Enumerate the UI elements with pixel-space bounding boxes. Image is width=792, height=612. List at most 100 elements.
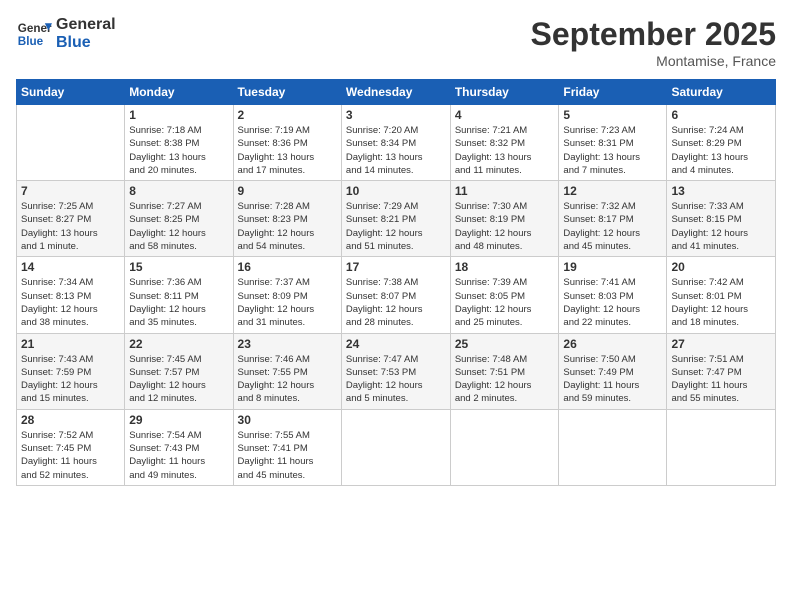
- calendar-cell: 14Sunrise: 7:34 AM Sunset: 8:13 PM Dayli…: [17, 257, 125, 333]
- day-number: 23: [238, 337, 337, 351]
- weekday-header: Thursday: [450, 80, 559, 105]
- title-block: September 2025 Montamise, France: [531, 16, 776, 69]
- calendar-cell: 19 Sunrise: 7:41 AM Sunset: 8:03 PM Dayli…: [559, 257, 667, 333]
- day-info: Sunrise: 7:43 AM Sunset: 7:59 PM Dayligh…: [21, 353, 120, 406]
- calendar-cell: 8 Sunrise: 7:27 AM Sunset: 8:25 PM Daylig…: [125, 181, 233, 257]
- calendar-week-row: 1 Sunrise: 7:18 AM Sunset: 8:38 PM Daylig…: [17, 105, 776, 181]
- day-number: 18: [455, 260, 555, 274]
- day-info: Sunrise: 7:32 AM Sunset: 8:17 PM Dayligh…: [563, 200, 662, 253]
- header: General Blue General Blue September 2025…: [16, 16, 776, 69]
- day-number: 10: [346, 184, 446, 198]
- day-info: Sunrise: 7:28 AM Sunset: 8:23 PM Dayligh…: [238, 200, 337, 253]
- day-info: Sunrise: 7:39 AM Sunset: 8:05 PM Dayligh…: [455, 276, 555, 329]
- day-number: 8: [129, 184, 228, 198]
- day-info: Sunrise: 7:42 AM Sunset: 8:01 PM Dayligh…: [671, 276, 771, 329]
- day-info: Sunrise: 7:36 AM Sunset: 8:11 PM Dayligh…: [129, 276, 228, 329]
- calendar-cell: 9 Sunrise: 7:28 AM Sunset: 8:23 PM Daylig…: [233, 181, 341, 257]
- day-number: 28: [21, 413, 120, 427]
- calendar-cell: 7 Sunrise: 7:25 AM Sunset: 8:27 PM Daylig…: [17, 181, 125, 257]
- calendar-cell: 21 Sunrise: 7:43 AM Sunset: 7:59 PM Dayli…: [17, 333, 125, 409]
- day-info: Sunrise: 7:55 AM Sunset: 7:41 PM Dayligh…: [238, 429, 337, 482]
- weekday-header: Monday: [125, 80, 233, 105]
- location: Montamise, France: [531, 53, 776, 69]
- day-number: 11: [455, 184, 555, 198]
- day-info: Sunrise: 7:45 AM Sunset: 7:57 PM Dayligh…: [129, 353, 228, 406]
- day-number: 19: [563, 260, 662, 274]
- calendar-cell: 13 Sunrise: 7:33 AM Sunset: 8:15 PM Dayli…: [667, 181, 776, 257]
- day-number: 20: [671, 260, 771, 274]
- calendar-week-row: 28 Sunrise: 7:52 AM Sunset: 7:45 PM Dayli…: [17, 409, 776, 485]
- logo: General Blue General Blue: [16, 16, 116, 52]
- day-info: Sunrise: 7:38 AM Sunset: 8:07 PM Dayligh…: [346, 276, 446, 329]
- day-info: Sunrise: 7:29 AM Sunset: 8:21 PM Dayligh…: [346, 200, 446, 253]
- calendar-cell: 23 Sunrise: 7:46 AM Sunset: 7:55 PM Dayli…: [233, 333, 341, 409]
- calendar-cell: [667, 409, 776, 485]
- calendar-cell: 20 Sunrise: 7:42 AM Sunset: 8:01 PM Dayli…: [667, 257, 776, 333]
- day-info: Sunrise: 7:41 AM Sunset: 8:03 PM Dayligh…: [563, 276, 662, 329]
- weekday-header: Friday: [559, 80, 667, 105]
- day-number: 30: [238, 413, 337, 427]
- day-info: Sunrise: 7:54 AM Sunset: 7:43 PM Dayligh…: [129, 429, 228, 482]
- calendar-cell: 29Sunrise: 7:54 AM Sunset: 7:43 PM Dayli…: [125, 409, 233, 485]
- day-info: Sunrise: 7:47 AM Sunset: 7:53 PM Dayligh…: [346, 353, 446, 406]
- calendar: SundayMondayTuesdayWednesdayThursdayFrid…: [16, 79, 776, 486]
- day-info: Sunrise: 7:33 AM Sunset: 8:15 PM Dayligh…: [671, 200, 771, 253]
- calendar-cell: 18 Sunrise: 7:39 AM Sunset: 8:05 PM Dayli…: [450, 257, 559, 333]
- day-number: 1: [129, 108, 228, 122]
- day-info: Sunrise: 7:25 AM Sunset: 8:27 PM Dayligh…: [21, 200, 120, 253]
- day-info: Sunrise: 7:52 AM Sunset: 7:45 PM Dayligh…: [21, 429, 120, 482]
- day-number: 21: [21, 337, 120, 351]
- calendar-cell: 24Sunrise: 7:47 AM Sunset: 7:53 PM Dayli…: [341, 333, 450, 409]
- calendar-cell: 27Sunrise: 7:51 AM Sunset: 7:47 PM Dayli…: [667, 333, 776, 409]
- calendar-cell: 26 Sunrise: 7:50 AM Sunset: 7:49 PM Dayli…: [559, 333, 667, 409]
- day-info: Sunrise: 7:24 AM Sunset: 8:29 PM Dayligh…: [671, 124, 771, 177]
- weekday-header: Wednesday: [341, 80, 450, 105]
- weekday-header: Tuesday: [233, 80, 341, 105]
- day-number: 25: [455, 337, 555, 351]
- day-number: 27: [671, 337, 771, 351]
- day-info: Sunrise: 7:50 AM Sunset: 7:49 PM Dayligh…: [563, 353, 662, 406]
- calendar-week-row: 14Sunrise: 7:34 AM Sunset: 8:13 PM Dayli…: [17, 257, 776, 333]
- day-number: 13: [671, 184, 771, 198]
- day-number: 17: [346, 260, 446, 274]
- calendar-header-row: SundayMondayTuesdayWednesdayThursdayFrid…: [17, 80, 776, 105]
- calendar-cell: 1 Sunrise: 7:18 AM Sunset: 8:38 PM Daylig…: [125, 105, 233, 181]
- calendar-cell: 6 Sunrise: 7:24 AM Sunset: 8:29 PM Daylig…: [667, 105, 776, 181]
- logo-icon: General Blue: [16, 16, 52, 52]
- day-info: Sunrise: 7:30 AM Sunset: 8:19 PM Dayligh…: [455, 200, 555, 253]
- calendar-cell: 17 Sunrise: 7:38 AM Sunset: 8:07 PM Dayli…: [341, 257, 450, 333]
- day-number: 9: [238, 184, 337, 198]
- calendar-cell: [17, 105, 125, 181]
- month-title: September 2025: [531, 16, 776, 53]
- weekday-header: Sunday: [17, 80, 125, 105]
- day-number: 16: [238, 260, 337, 274]
- logo-line1: General: [56, 16, 116, 34]
- calendar-cell: 25Sunrise: 7:48 AM Sunset: 7:51 PM Dayli…: [450, 333, 559, 409]
- day-info: Sunrise: 7:18 AM Sunset: 8:38 PM Dayligh…: [129, 124, 228, 177]
- day-number: 12: [563, 184, 662, 198]
- day-info: Sunrise: 7:27 AM Sunset: 8:25 PM Dayligh…: [129, 200, 228, 253]
- calendar-cell: 3 Sunrise: 7:20 AM Sunset: 8:34 PM Daylig…: [341, 105, 450, 181]
- svg-text:Blue: Blue: [18, 35, 44, 48]
- calendar-cell: 5 Sunrise: 7:23 AM Sunset: 8:31 PM Daylig…: [559, 105, 667, 181]
- calendar-week-row: 21 Sunrise: 7:43 AM Sunset: 7:59 PM Dayli…: [17, 333, 776, 409]
- weekday-header: Saturday: [667, 80, 776, 105]
- calendar-cell: 16Sunrise: 7:37 AM Sunset: 8:09 PM Dayli…: [233, 257, 341, 333]
- calendar-cell: 2 Sunrise: 7:19 AM Sunset: 8:36 PM Daylig…: [233, 105, 341, 181]
- day-number: 15: [129, 260, 228, 274]
- calendar-cell: 30 Sunrise: 7:55 AM Sunset: 7:41 PM Dayli…: [233, 409, 341, 485]
- day-number: 5: [563, 108, 662, 122]
- day-number: 26: [563, 337, 662, 351]
- day-number: 2: [238, 108, 337, 122]
- day-info: Sunrise: 7:19 AM Sunset: 8:36 PM Dayligh…: [238, 124, 337, 177]
- calendar-cell: [341, 409, 450, 485]
- calendar-cell: [559, 409, 667, 485]
- day-info: Sunrise: 7:46 AM Sunset: 7:55 PM Dayligh…: [238, 353, 337, 406]
- day-number: 6: [671, 108, 771, 122]
- day-number: 3: [346, 108, 446, 122]
- day-info: Sunrise: 7:23 AM Sunset: 8:31 PM Dayligh…: [563, 124, 662, 177]
- calendar-cell: 11 Sunrise: 7:30 AM Sunset: 8:19 PM Dayli…: [450, 181, 559, 257]
- day-number: 7: [21, 184, 120, 198]
- calendar-week-row: 7 Sunrise: 7:25 AM Sunset: 8:27 PM Daylig…: [17, 181, 776, 257]
- day-info: Sunrise: 7:20 AM Sunset: 8:34 PM Dayligh…: [346, 124, 446, 177]
